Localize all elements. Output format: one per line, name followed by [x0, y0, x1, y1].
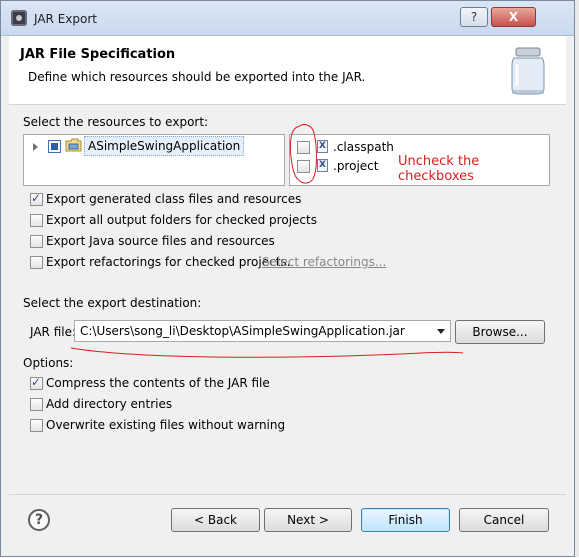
jar-icon	[511, 47, 545, 95]
options-label: Options:	[23, 356, 74, 370]
compress-label: Compress the contents of the JAR file	[46, 376, 270, 390]
jar-export-dialog: JAR Export ? X JAR File Specification De…	[0, 0, 575, 557]
jar-file-path: C:\Users\song_li\Desktop\ASimpleSwingApp…	[80, 324, 405, 338]
page-title: JAR File Specification	[20, 47, 176, 62]
project-file-checkbox[interactable]	[297, 160, 310, 173]
browse-button[interactable]: Browse...	[455, 320, 545, 344]
xml-file-icon: X	[317, 159, 328, 172]
next-button[interactable]: Next >	[264, 508, 352, 532]
background-window-edge	[575, 0, 579, 557]
project-folder-icon	[65, 138, 82, 152]
export-output-folders-checkbox[interactable]	[30, 214, 43, 227]
project-tree: ASimpleSwingApplication	[23, 134, 285, 186]
export-refactorings-checkbox[interactable]	[30, 256, 43, 269]
project-name[interactable]: ASimpleSwingApplication	[84, 136, 245, 156]
directory-entries-checkbox[interactable]	[30, 398, 43, 411]
expand-arrow-icon[interactable]	[33, 143, 38, 151]
export-class-files-label: Export generated class files and resourc…	[46, 192, 302, 206]
window-close-button[interactable]: X	[491, 7, 536, 27]
select-refactorings-link[interactable]: Select refactorings...	[262, 255, 386, 269]
overwrite-label: Overwrite existing files without warning	[46, 418, 286, 432]
annotation-text: Uncheck the checkboxes	[398, 154, 480, 184]
classpath-checkbox[interactable]	[297, 141, 310, 154]
export-refactorings-label: Export refactorings for checked projects…	[46, 255, 291, 269]
file-list: X .classpath X .project Uncheck the chec…	[289, 134, 550, 186]
jar-file-label: JAR file:	[30, 325, 77, 339]
jar-file-combo[interactable]: C:\Users\song_li\Desktop\ASimpleSwingApp…	[74, 320, 451, 342]
xml-file-icon: X	[317, 140, 328, 153]
back-button[interactable]: < Back	[171, 508, 260, 532]
overwrite-checkbox[interactable]	[30, 419, 43, 432]
cancel-button[interactable]: Cancel	[459, 508, 549, 532]
button-separator	[9, 494, 566, 495]
export-output-folders-label: Export all output folders for checked pr…	[46, 213, 317, 227]
chevron-down-icon[interactable]	[437, 329, 445, 334]
window-help-button[interactable]: ?	[460, 7, 488, 27]
resources-label: Select the resources to export:	[23, 115, 209, 129]
eclipse-icon	[11, 10, 27, 26]
wizard-header: JAR File Specification Define which reso…	[9, 36, 566, 105]
project-checkbox[interactable]	[48, 140, 61, 153]
export-class-files-checkbox[interactable]	[30, 191, 43, 206]
compress-checkbox[interactable]	[30, 375, 43, 390]
project-file-label: .project	[333, 159, 379, 173]
export-source-files-label: Export Java source files and resources	[46, 234, 275, 248]
destination-label: Select the export destination:	[23, 296, 202, 310]
finish-button[interactable]: Finish	[361, 508, 450, 532]
classpath-label: .classpath	[333, 140, 394, 154]
title-bar: JAR Export ? X	[1, 1, 574, 36]
page-description: Define which resources should be exporte…	[28, 70, 366, 84]
window-title: JAR Export	[34, 12, 97, 26]
export-source-files-checkbox[interactable]	[30, 235, 43, 248]
help-icon[interactable]: ?	[28, 509, 50, 531]
directory-entries-label: Add directory entries	[46, 397, 173, 411]
